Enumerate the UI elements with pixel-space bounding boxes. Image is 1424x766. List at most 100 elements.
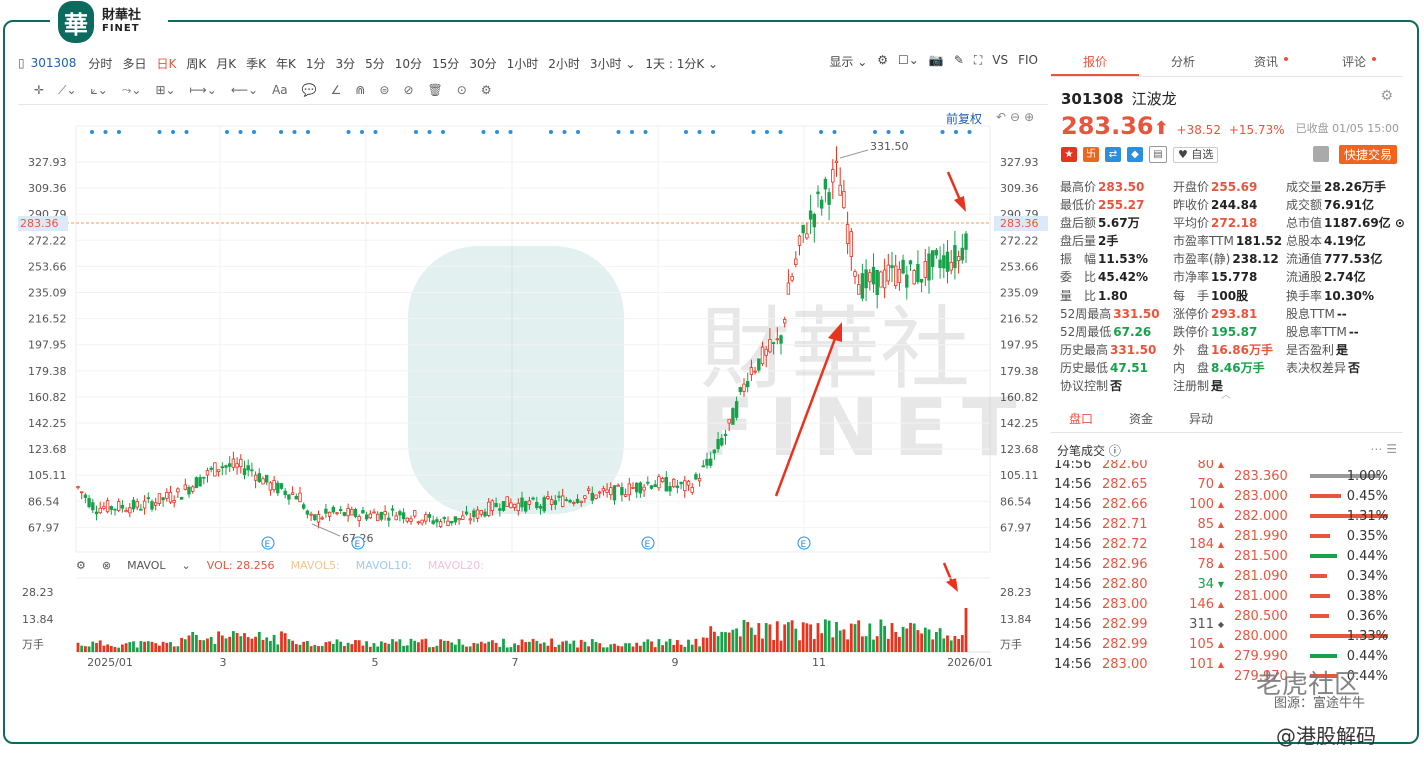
adjust-mode-button[interactable]: 前复权 bbox=[946, 110, 982, 127]
depth-price: 282.000 bbox=[1234, 508, 1288, 524]
bell-icon[interactable] bbox=[1313, 146, 1329, 162]
volume-bar bbox=[546, 645, 550, 652]
volume-bar bbox=[561, 641, 565, 652]
candle-body bbox=[697, 477, 702, 482]
tick-volume: 101 bbox=[1189, 657, 1214, 673]
candle-body bbox=[527, 500, 532, 505]
y-tick-right: 123.68 bbox=[1000, 443, 1039, 456]
volume-bar bbox=[324, 642, 328, 652]
depth-bar bbox=[1310, 654, 1337, 658]
candle-body bbox=[561, 495, 565, 507]
quote-label: 成交额 bbox=[1286, 198, 1323, 213]
kline-chart[interactable]: 財華社FINET327.93 327.93309.36 309.36290.79 29… bbox=[0, 0, 1050, 680]
volume-bar bbox=[868, 623, 872, 652]
candle-body bbox=[83, 494, 88, 498]
y-tick-right: 105.11 bbox=[1000, 469, 1039, 482]
volume-bar bbox=[439, 639, 442, 652]
volume-bar bbox=[861, 636, 864, 652]
panel-tab[interactable]: 资讯 bbox=[1227, 48, 1315, 76]
volume-bar bbox=[631, 646, 635, 652]
volume-bar bbox=[346, 642, 350, 652]
tick-time: 14:56 bbox=[1054, 657, 1092, 673]
event-dot bbox=[157, 130, 162, 134]
settings-icon[interactable]: ⚙ bbox=[76, 559, 86, 572]
indicator-name[interactable]: MAVOL bbox=[127, 559, 165, 572]
volume-bar bbox=[676, 640, 679, 652]
tag-icon[interactable]: ◆ bbox=[1127, 147, 1143, 162]
volume-bar bbox=[291, 640, 294, 652]
depth-row: 281.500 0.44% bbox=[1234, 546, 1402, 566]
tick-list[interactable]: 14:56 282.60 80 ▲ 14:56 282.65 70 ▲ 14:56 282.66 1… bbox=[1054, 460, 1234, 676]
panel-tab[interactable]: 分析 bbox=[1139, 48, 1227, 76]
volume-bar bbox=[113, 647, 117, 652]
tick-price: 282.60 bbox=[1102, 460, 1148, 472]
candle-body bbox=[479, 510, 483, 515]
volume-bar bbox=[750, 627, 753, 652]
panel-tab[interactable]: 报价 bbox=[1051, 48, 1139, 76]
depth-price: 280.500 bbox=[1234, 608, 1288, 624]
sub-tab[interactable]: 盘口 bbox=[1051, 406, 1111, 432]
volume-bar bbox=[864, 636, 868, 652]
candle-body bbox=[875, 270, 879, 296]
y-tick-right: 235.09 bbox=[1000, 287, 1039, 300]
candle-body bbox=[342, 512, 347, 516]
depth-row: 281.990 0.35% bbox=[1234, 526, 1402, 546]
quick-trade-button[interactable]: 快捷交易 bbox=[1339, 145, 1398, 164]
volume-bar bbox=[898, 636, 901, 652]
event-dot bbox=[751, 130, 756, 134]
volume-bar bbox=[502, 638, 505, 652]
volume-bar bbox=[605, 647, 609, 652]
candle-body bbox=[575, 498, 580, 504]
quote-cell: 股息TTM -- bbox=[1286, 305, 1400, 323]
candle-body bbox=[927, 253, 931, 281]
candle-body bbox=[509, 502, 513, 509]
candle-body bbox=[394, 515, 398, 521]
close-icon[interactable]: ⊗ bbox=[102, 559, 111, 572]
volume-bar bbox=[383, 642, 387, 652]
margin-icon[interactable]: 卐 bbox=[1083, 147, 1099, 162]
price-depth-list[interactable]: 283.360 1.00% 283.000 0.45% 282.000 1.31% 281.… bbox=[1234, 466, 1402, 682]
candle-body bbox=[80, 491, 84, 494]
vol-tick-left: 万手 bbox=[22, 637, 44, 651]
volume-bar bbox=[516, 645, 520, 652]
volume-bar bbox=[357, 640, 361, 652]
chevron-down-icon[interactable]: ⌄ bbox=[182, 559, 191, 572]
add-watchlist-button[interactable]: ♥ 自选 bbox=[1173, 146, 1219, 163]
candle-body bbox=[161, 497, 165, 501]
collapse-icon[interactable]: ︿ bbox=[1221, 386, 1231, 401]
sub-tab[interactable]: 资金 bbox=[1111, 406, 1171, 432]
candle-body bbox=[623, 494, 628, 497]
candle-body bbox=[438, 521, 443, 528]
quote-value: 否 bbox=[1110, 379, 1123, 394]
candle-body bbox=[235, 463, 239, 468]
candle-body bbox=[686, 480, 691, 486]
panel-tab[interactable]: 评论 bbox=[1315, 48, 1403, 76]
candle-body bbox=[486, 501, 491, 516]
sub-tab[interactable]: 异动 bbox=[1171, 406, 1231, 432]
chart-control-icons[interactable]: ↶⊖⊕ bbox=[996, 110, 1038, 124]
candle-body bbox=[749, 367, 754, 376]
high-leader bbox=[839, 149, 869, 159]
candle-body bbox=[279, 483, 284, 489]
candle-body bbox=[649, 485, 654, 489]
tick-direction-icon: ▼ bbox=[1217, 580, 1225, 590]
event-dot bbox=[90, 130, 94, 134]
gear-icon[interactable]: ⚙ bbox=[1380, 88, 1393, 104]
note-icon[interactable]: ▤ bbox=[1149, 146, 1167, 163]
price-change: +38.52 bbox=[1176, 123, 1221, 137]
candle-body bbox=[202, 476, 206, 479]
depth-pct: 0.44% bbox=[1346, 548, 1388, 564]
candle-body bbox=[87, 498, 91, 508]
volume-bar bbox=[220, 635, 224, 652]
candle-body bbox=[316, 514, 321, 523]
candle-body bbox=[923, 260, 927, 278]
tick-tools-icons[interactable]: ⋯ ☰ bbox=[1370, 442, 1397, 456]
candle-body bbox=[897, 268, 902, 283]
tick-direction-icon: ▲ bbox=[1217, 519, 1225, 529]
volume-bar bbox=[398, 639, 402, 652]
volume-bar bbox=[368, 646, 372, 652]
volume-bar bbox=[672, 644, 676, 652]
volume-bar bbox=[528, 641, 531, 652]
connect-icon[interactable]: ⇄ bbox=[1105, 147, 1121, 162]
tick-volume: 311 bbox=[1189, 617, 1214, 633]
